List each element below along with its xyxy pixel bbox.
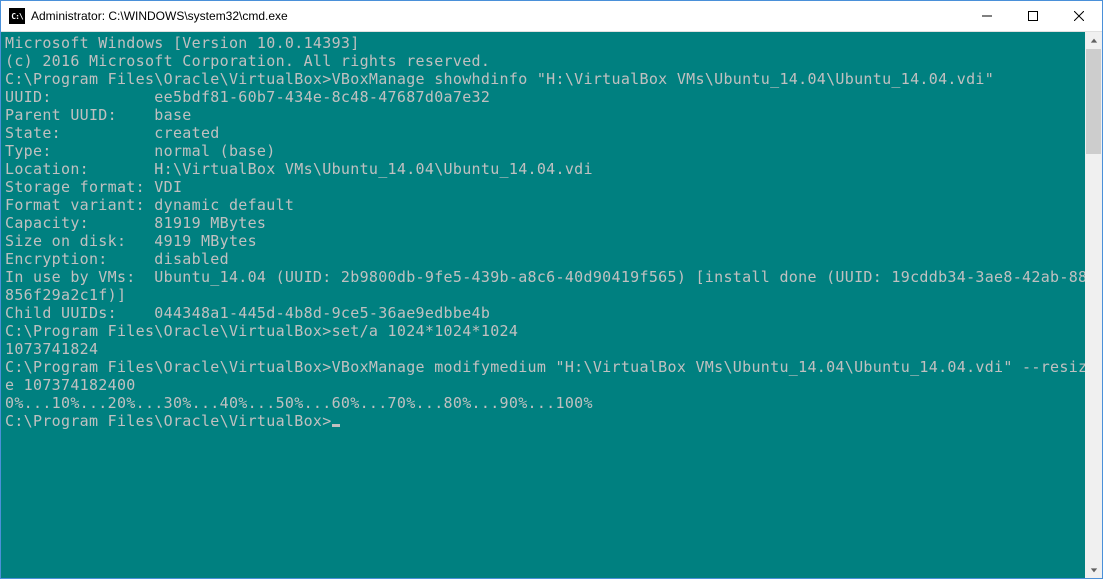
terminal-output: Microsoft Windows [Version 10.0.14393](c… bbox=[1, 32, 1085, 578]
titlebar[interactable]: C:\ Administrator: C:\WINDOWS\system32\c… bbox=[1, 1, 1102, 32]
terminal-line: Capacity: 81919 MBytes bbox=[5, 214, 1081, 232]
terminal-line: Type: normal (base) bbox=[5, 142, 1081, 160]
terminal-line: Parent UUID: base bbox=[5, 106, 1081, 124]
terminal-line: Encryption: disabled bbox=[5, 250, 1081, 268]
terminal-line: State: created bbox=[5, 124, 1081, 142]
window-controls bbox=[964, 1, 1102, 31]
window-title: Administrator: C:\WINDOWS\system32\cmd.e… bbox=[31, 9, 964, 23]
terminal-line: 0%...10%...20%...30%...40%...50%...60%..… bbox=[5, 394, 1081, 412]
cmd-icon: C:\ bbox=[9, 8, 25, 24]
terminal-line: C:\Program Files\Oracle\VirtualBox> bbox=[5, 412, 1081, 430]
terminal-line: e 107374182400 bbox=[5, 376, 1081, 394]
terminal-line: Storage format: VDI bbox=[5, 178, 1081, 196]
terminal-area[interactable]: Microsoft Windows [Version 10.0.14393](c… bbox=[1, 32, 1102, 578]
terminal-line: In use by VMs: Ubuntu_14.04 (UUID: 2b980… bbox=[5, 268, 1081, 286]
terminal-line: (c) 2016 Microsoft Corporation. All righ… bbox=[5, 52, 1081, 70]
terminal-line: C:\Program Files\Oracle\VirtualBox>VBoxM… bbox=[5, 70, 1081, 88]
scrollbar-thumb[interactable] bbox=[1086, 49, 1101, 154]
vertical-scrollbar[interactable] bbox=[1085, 32, 1102, 578]
scroll-down-button[interactable] bbox=[1085, 561, 1102, 578]
close-button[interactable] bbox=[1056, 1, 1102, 31]
terminal-line: Location: H:\VirtualBox VMs\Ubuntu_14.04… bbox=[5, 160, 1081, 178]
terminal-line: 1073741824 bbox=[5, 340, 1081, 358]
terminal-line: Microsoft Windows [Version 10.0.14393] bbox=[5, 34, 1081, 52]
minimize-button[interactable] bbox=[964, 1, 1010, 31]
terminal-line: C:\Program Files\Oracle\VirtualBox>VBoxM… bbox=[5, 358, 1081, 376]
terminal-line: 856f29a2c1f)] bbox=[5, 286, 1081, 304]
cursor bbox=[332, 424, 340, 427]
terminal-line: Format variant: dynamic default bbox=[5, 196, 1081, 214]
maximize-button[interactable] bbox=[1010, 1, 1056, 31]
terminal-line: C:\Program Files\Oracle\VirtualBox>set/a… bbox=[5, 322, 1081, 340]
terminal-line: UUID: ee5bdf81-60b7-434e-8c48-47687d0a7e… bbox=[5, 88, 1081, 106]
scroll-up-button[interactable] bbox=[1085, 32, 1102, 49]
terminal-line: Size on disk: 4919 MBytes bbox=[5, 232, 1081, 250]
terminal-line: Child UUIDs: 044348a1-445d-4b8d-9ce5-36a… bbox=[5, 304, 1081, 322]
